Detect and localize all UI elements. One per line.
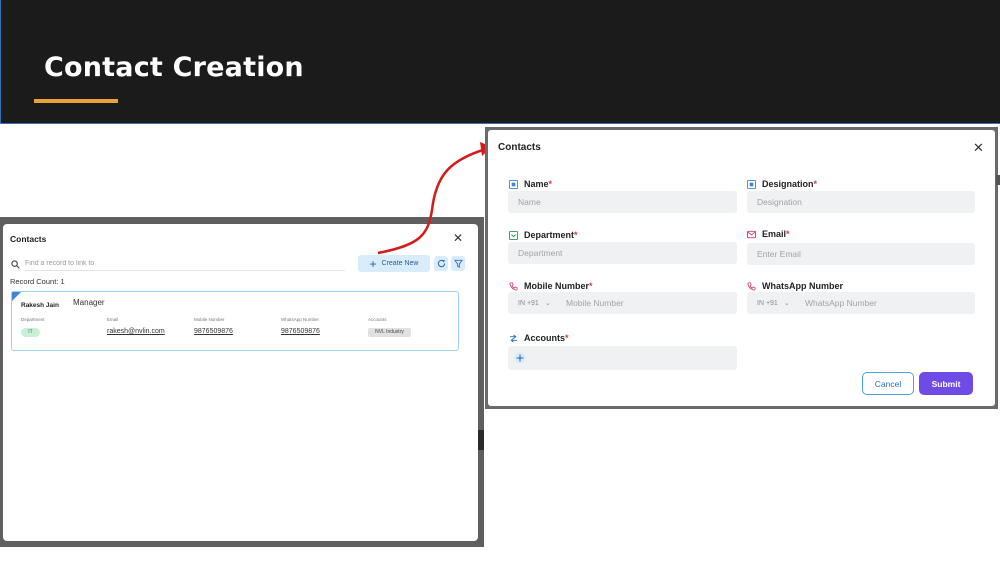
filter-icon <box>453 259 463 268</box>
accounts-field[interactable] <box>508 346 737 370</box>
contact-designation: Manager <box>73 298 105 307</box>
country-code-select[interactable]: IN +91 ⌄ <box>757 299 797 308</box>
department-select[interactable] <box>508 242 737 264</box>
slide-title: Contact Creation <box>44 52 304 83</box>
designation-input[interactable] <box>747 191 975 213</box>
plus-icon[interactable] <box>514 352 526 364</box>
title-underline <box>34 99 118 103</box>
id-card-icon <box>509 179 518 189</box>
whatsapp-field: IN +91 ⌄ <box>747 292 975 314</box>
dropdown-check-icon <box>509 230 518 240</box>
whatsapp-link[interactable]: 9876509876 <box>281 328 320 335</box>
mobile-input[interactable] <box>566 298 716 308</box>
email-header: Email <box>107 317 119 322</box>
whatsapp-header: WhatsApp Number <box>281 317 320 322</box>
accounts-badge: NVL Industry <box>368 328 411 337</box>
email-link[interactable]: rakesh@nvlin.com <box>107 328 165 335</box>
department-badge: IT <box>21 328 40 337</box>
frame-edge <box>478 430 484 450</box>
department-label: Department* <box>509 230 578 240</box>
record-card[interactable]: Rakesh Jain Manager Department IT Email … <box>11 291 459 351</box>
mail-icon <box>747 230 756 238</box>
contact-name: Rakesh Jain <box>21 302 59 309</box>
mobile-header: Mobile Number <box>194 317 225 322</box>
mobile-label: Mobile Number* <box>509 281 593 291</box>
country-code-select[interactable]: IN +91 ⌄ <box>518 299 558 308</box>
modal-title: Contacts <box>10 234 47 244</box>
department-header: Department <box>21 317 45 322</box>
accounts-icon <box>509 334 518 342</box>
phone-icon <box>747 281 756 291</box>
record-count: Record Count: 1 <box>10 277 65 286</box>
name-label: Name* <box>509 179 552 189</box>
slide: Contact Creation Contacts ✕ + Create New <box>0 0 1000 571</box>
mobile-field: IN +91 ⌄ <box>508 292 737 314</box>
cancel-button[interactable]: Cancel <box>862 372 914 395</box>
contact-create-modal: Contacts ✕ Name* Designation* Department… <box>488 130 995 406</box>
contacts-link-modal: Contacts ✕ + Create New Record Count: 1 … <box>3 224 478 541</box>
submit-button[interactable]: Submit <box>919 372 973 395</box>
search-icon <box>11 260 20 269</box>
id-card-icon <box>747 179 756 189</box>
phone-icon <box>509 281 518 291</box>
selection-corner-icon <box>12 292 21 301</box>
email-label: Email* <box>747 229 790 239</box>
frame-edge <box>996 175 1000 185</box>
designation-label: Designation* <box>747 179 817 189</box>
plus-icon: + <box>369 256 377 271</box>
name-input[interactable] <box>508 191 737 213</box>
accounts-label: Accounts* <box>509 333 569 343</box>
accounts-header: Accounts <box>368 317 387 322</box>
chevron-down-icon: ⌄ <box>544 300 551 307</box>
arrow-annotation <box>377 142 492 255</box>
search-input[interactable] <box>25 257 345 271</box>
refresh-icon <box>437 259 445 268</box>
close-icon[interactable]: ✕ <box>973 141 984 154</box>
modal-title: Contacts <box>498 142 541 153</box>
email-input[interactable] <box>747 243 975 265</box>
mobile-link[interactable]: 9876509876 <box>194 328 233 335</box>
whatsapp-input[interactable] <box>805 298 955 308</box>
chevron-down-icon: ⌄ <box>783 300 790 307</box>
whatsapp-label: WhatsApp Number <box>747 281 843 291</box>
create-new-label: Create New <box>381 260 419 267</box>
slide-header: Contact Creation <box>0 0 1000 124</box>
